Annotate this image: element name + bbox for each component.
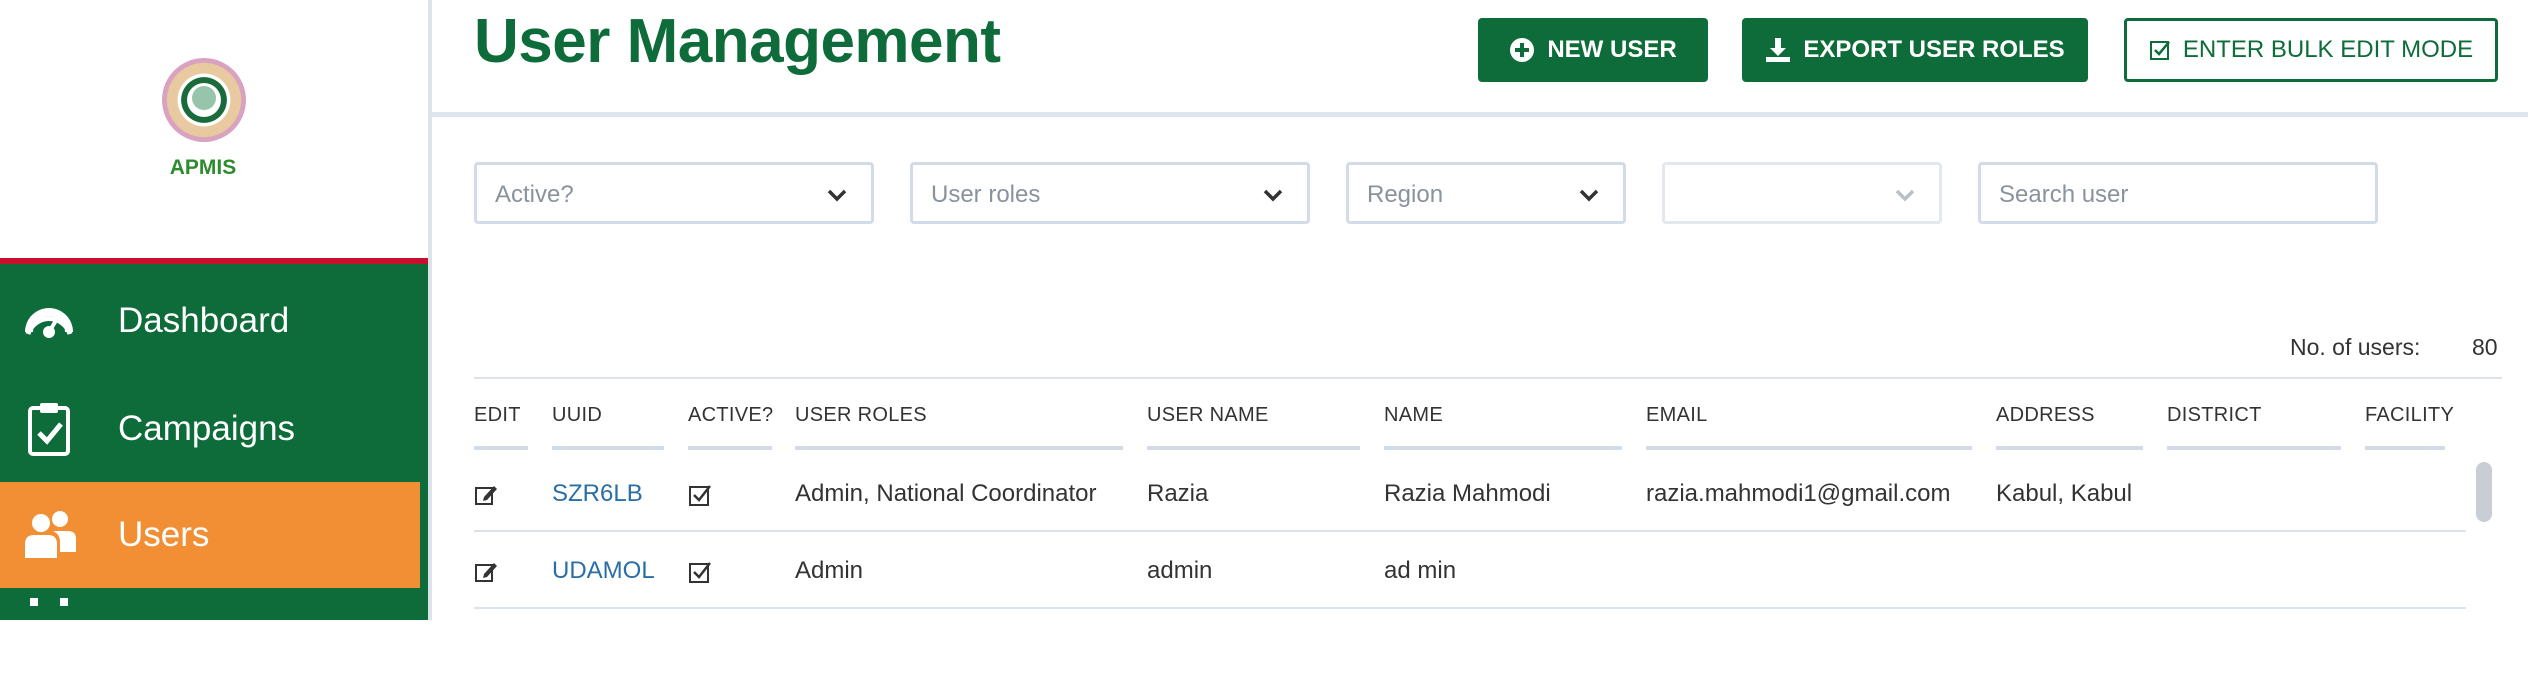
table-scrollbar[interactable] — [2476, 462, 2492, 522]
user-roles-cell: Admin — [795, 557, 864, 584]
column-header-user-name[interactable]: USER NAME — [1147, 404, 1269, 427]
chevron-down-icon — [1263, 189, 1283, 202]
sidebar-item-settings[interactable] — [0, 592, 420, 698]
row-divider — [474, 530, 2466, 532]
bulk-edit-mode-button[interactable]: ENTER BULK EDIT MODE — [2124, 18, 2498, 82]
user-name-cell: admin — [1147, 557, 1213, 584]
region-filter-select[interactable]: Region — [1346, 162, 1626, 224]
chevron-down-icon — [827, 189, 847, 202]
header-divider — [432, 112, 2528, 117]
users-icon — [25, 511, 76, 558]
checked-icon — [689, 562, 711, 583]
column-underline — [2365, 446, 2445, 450]
district-filter-select[interactable] — [1662, 162, 1942, 224]
checked-icon — [689, 485, 711, 506]
sidebar-item-label: Dashboard — [118, 301, 290, 340]
column-underline — [688, 446, 772, 450]
page-title: User Management — [474, 7, 1001, 76]
active-filter-select[interactable]: Active? — [474, 162, 874, 224]
sidebar-nav: Dashboard Campaigns Users — [0, 264, 428, 620]
sidebar-item-label: Campaigns — [118, 409, 296, 448]
sidebar-item-dashboard[interactable]: Dashboard — [0, 268, 420, 374]
search-user-placeholder: Search user — [1999, 181, 2129, 208]
sidebar: APMIS Dashboard Campaigns Users — [0, 0, 428, 620]
column-header-email[interactable]: EMAIL — [1646, 404, 1708, 427]
download-icon — [1766, 38, 1791, 62]
user-count-value: 80 — [2472, 334, 2498, 360]
column-underline — [795, 446, 1123, 450]
column-underline — [1996, 446, 2143, 450]
email-cell: razia.mahmodi1@gmail.com — [1646, 480, 1951, 507]
column-header-facility[interactable]: FACILITY — [2365, 404, 2454, 427]
clipboard-check-icon — [28, 403, 70, 456]
row-divider — [474, 607, 2466, 609]
chevron-down-icon — [1895, 189, 1915, 202]
name-cell: Razia Mahmodi — [1384, 480, 1551, 507]
logo-text: APMIS — [169, 156, 237, 179]
sidebar-item-users[interactable]: Users — [0, 482, 420, 588]
count-divider — [474, 377, 2502, 379]
user-roles-filter-select[interactable]: User roles — [910, 162, 1310, 224]
uuid-link[interactable]: UDAMOL — [552, 557, 655, 585]
new-user-label: NEW USER — [1547, 36, 1677, 63]
uuid-link[interactable]: SZR6LB — [552, 480, 643, 508]
column-underline — [1646, 446, 1972, 450]
sidebar-item-campaigns[interactable]: Campaigns — [0, 376, 420, 482]
sidebar-border — [428, 0, 432, 620]
logo-area: APMIS — [0, 0, 428, 258]
column-underline — [1384, 446, 1622, 450]
edit-icon[interactable] — [474, 483, 498, 507]
column-underline — [552, 446, 664, 450]
active-filter-placeholder: Active? — [495, 181, 574, 208]
gear-icon — [30, 598, 68, 606]
column-header-uuid[interactable]: UUID — [552, 404, 602, 427]
plus-circle-icon — [1510, 38, 1535, 62]
column-underline — [1147, 446, 1360, 450]
new-user-button[interactable]: NEW USER — [1478, 18, 1708, 82]
column-header-active[interactable]: ACTIVE? — [688, 404, 773, 427]
apmis-logo — [162, 58, 246, 142]
search-user-input[interactable]: Search user — [1978, 162, 2378, 224]
export-user-roles-button[interactable]: EXPORT USER ROLES — [1742, 18, 2088, 82]
user-roles-filter-placeholder: User roles — [931, 181, 1041, 208]
chevron-down-icon — [1579, 189, 1599, 202]
user-count-label: No. of users: — [2290, 334, 2421, 360]
column-underline — [2167, 446, 2341, 450]
column-header-address[interactable]: ADDRESS — [1996, 404, 2095, 427]
edit-icon[interactable] — [474, 560, 498, 584]
column-header-user-roles[interactable]: USER ROLES — [795, 404, 927, 427]
speedometer-icon — [25, 308, 73, 338]
column-header-district[interactable]: DISTRICT — [2167, 404, 2262, 427]
address-cell: Kabul, Kabul — [1996, 480, 2133, 507]
region-filter-placeholder: Region — [1367, 181, 1444, 208]
column-underline — [474, 446, 528, 450]
column-header-edit[interactable]: EDIT — [474, 404, 521, 427]
name-cell: ad min — [1384, 557, 1457, 584]
checkbox-icon — [2149, 41, 2170, 60]
column-header-name[interactable]: NAME — [1384, 404, 1443, 427]
bulk-edit-label: ENTER BULK EDIT MODE — [2182, 36, 2474, 63]
export-label: EXPORT USER ROLES — [1803, 36, 2065, 63]
user-name-cell: Razia — [1147, 480, 1209, 507]
sidebar-item-label: Users — [118, 515, 210, 554]
user-roles-cell: Admin, National Coordinator — [795, 480, 1097, 507]
